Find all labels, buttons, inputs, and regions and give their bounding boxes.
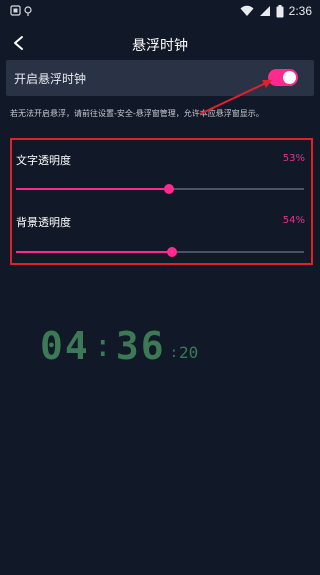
- text-opacity-slider[interactable]: [16, 184, 304, 194]
- clock-seconds: 20: [179, 343, 199, 362]
- background-opacity-value: 54%: [282, 215, 305, 226]
- battery-icon: [276, 4, 284, 17]
- status-left-icons: [10, 5, 36, 20]
- text-opacity-slider-fill: [16, 188, 169, 190]
- clock-minutes: 36: [115, 324, 166, 368]
- background-opacity-slider-fill: [16, 251, 172, 253]
- page-title: 悬浮时钟: [132, 38, 188, 54]
- status-bar: 2:36: [0, 0, 320, 26]
- pin-icon: [24, 6, 32, 16]
- status-right-icons: 2:36: [240, 4, 312, 18]
- float-clock-toggle-row[interactable]: 开启悬浮时钟: [6, 60, 314, 96]
- background-opacity-label: 背景透明度: [16, 216, 71, 229]
- status-time: 2:36: [288, 4, 312, 18]
- float-clock-switch[interactable]: [268, 69, 298, 86]
- opacity-settings-panel: 文字透明度 53% 背景透明度 54%: [10, 138, 313, 265]
- background-opacity-slider-thumb[interactable]: [166, 247, 177, 257]
- float-clock-toggle-label: 开启悬浮时钟: [14, 72, 87, 86]
- text-opacity-label: 文字透明度: [16, 154, 71, 167]
- clock-seconds-group: : 20: [170, 344, 199, 366]
- permission-hint: 若无法开启悬浮，请前往设置-安全-悬浮窗管理，允许本应悬浮窗显示。: [10, 109, 264, 118]
- switch-knob: [283, 71, 296, 84]
- clock-separator: :: [93, 329, 112, 364]
- clock-seconds-separator: :: [169, 345, 179, 361]
- wifi-icon: [240, 5, 254, 16]
- clock-preview: 04 : 36 : 20: [40, 326, 198, 366]
- text-opacity-value: 53%: [282, 153, 305, 164]
- signal-icon: [259, 6, 270, 16]
- notification-icon: [10, 5, 21, 16]
- clock-hours: 04: [40, 324, 90, 368]
- app-bar: 悬浮时钟: [0, 26, 320, 62]
- text-opacity-slider-thumb[interactable]: [163, 184, 174, 194]
- background-opacity-slider[interactable]: [16, 247, 304, 257]
